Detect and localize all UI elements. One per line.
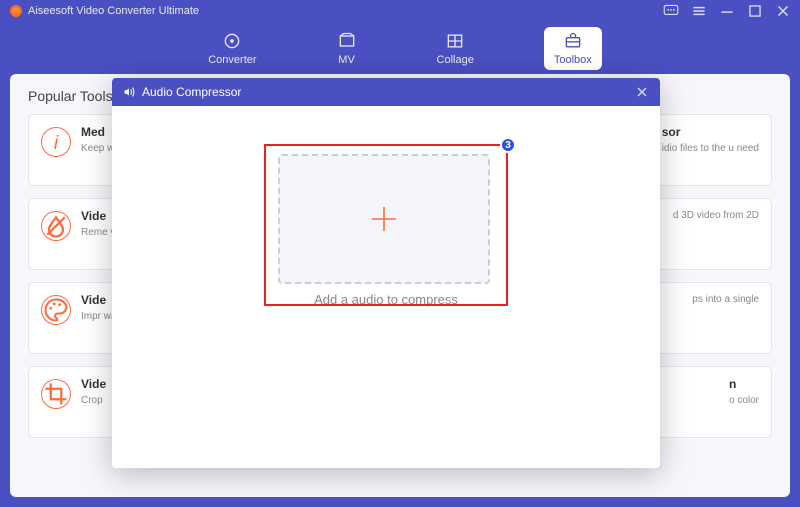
crop-icon: [41, 379, 71, 409]
tab-toolbox[interactable]: Toolbox: [544, 27, 602, 70]
close-icon[interactable]: [774, 2, 792, 20]
audio-compressor-modal: Audio Compressor Add a audio to compress…: [112, 78, 660, 468]
modal-title: Audio Compressor: [142, 85, 241, 99]
card-desc: idio files to the u need: [662, 142, 759, 155]
tab-label: Collage: [437, 54, 474, 66]
app-title: Aiseesoft Video Converter Ultimate: [28, 5, 199, 17]
minimize-icon[interactable]: [718, 2, 736, 20]
card-desc: o color: [729, 394, 759, 407]
info-icon: i: [41, 127, 71, 157]
main-tabs: Converter MV Collage Toolbox: [0, 22, 800, 74]
svg-text:i: i: [54, 133, 59, 154]
card-desc: Crop: [81, 394, 106, 407]
step-badge: 3: [500, 137, 516, 153]
palette-icon: [41, 295, 71, 325]
tab-mv[interactable]: MV: [327, 27, 367, 70]
tab-collage[interactable]: Collage: [427, 27, 484, 70]
tab-label: MV: [338, 54, 355, 66]
add-audio-dropzone[interactable]: [278, 154, 490, 284]
modal-body: Add a audio to compress 3: [112, 106, 660, 468]
chat-icon[interactable]: [662, 2, 680, 20]
card-desc: ps into a single: [692, 293, 759, 306]
plus-icon: [366, 201, 402, 237]
card-title: n: [729, 377, 759, 391]
titlebar: Aiseesoft Video Converter Ultimate: [0, 0, 800, 22]
tab-label: Toolbox: [554, 54, 592, 66]
card-title: Vide: [81, 377, 106, 391]
maximize-icon[interactable]: [746, 2, 764, 20]
tab-converter[interactable]: Converter: [198, 27, 266, 70]
speaker-icon: [122, 85, 136, 99]
tab-label: Converter: [208, 54, 256, 66]
card-title: sor: [662, 125, 759, 139]
modal-header: Audio Compressor: [112, 78, 660, 106]
dropzone-label: Add a audio to compress: [112, 292, 660, 307]
card-desc: d 3D video from 2D: [673, 209, 759, 222]
menu-icon[interactable]: [690, 2, 708, 20]
modal-close-icon[interactable]: [634, 84, 650, 100]
drop-icon: [41, 211, 71, 241]
app-logo-icon: [10, 5, 22, 17]
